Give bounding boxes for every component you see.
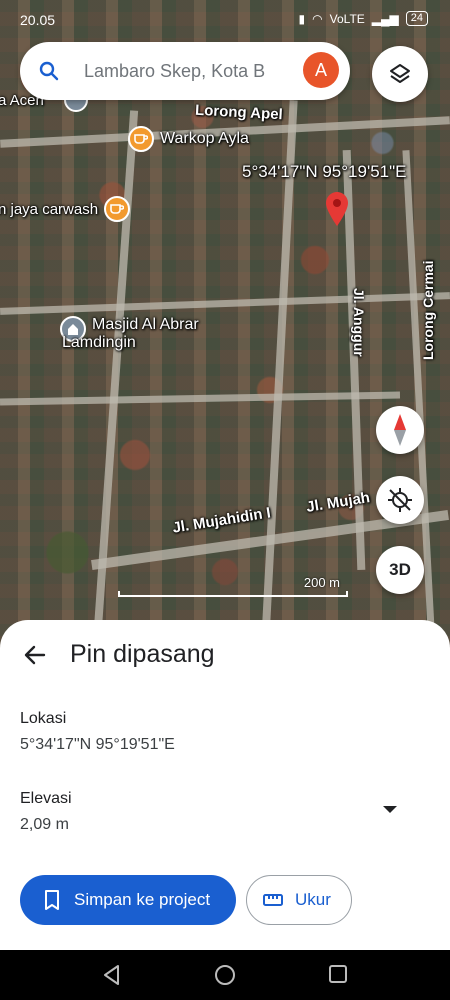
location-value: 5°34'17"N 95°19'51"E [20,736,175,753]
status-bar: 20.05 ▮ ◠ VoLTE ▂▄▆ 24 [0,0,450,40]
map-road [260,100,298,650]
save-to-project-button[interactable]: Simpan ke project [20,875,236,925]
back-arrow-icon[interactable] [22,642,48,668]
map-scale: 200 m [118,575,348,597]
cafe-icon [128,126,154,152]
elevation-label: Elevasi [20,790,72,807]
layers-button[interactable] [372,46,428,102]
poi-warkop-label: Warkop Ayla [160,130,249,147]
map-coordinates: 5°34'17"N 95°19'51"E [242,162,407,181]
poi-masjid[interactable]: Masjid Al Abrar Lamdingin [60,316,199,352]
map-label-jl-anggur: Jl. Anggur [351,288,367,357]
elevation-value: 2,09 m [20,816,69,833]
map-pin-icon[interactable] [326,192,348,226]
satellite-map[interactable]: 20.05 ▮ ◠ VoLTE ▂▄▆ 24 a Aceh Lorong Ape… [0,0,450,650]
my-location-button[interactable] [376,476,424,524]
avatar[interactable]: A [303,52,339,88]
signal-icon: ▂▄▆ [371,11,399,26]
map-road [0,292,450,315]
save-to-project-label: Simpan ke project [74,890,211,909]
poi-masjid-label: Masjid Al Abrar Lamdingin [62,316,199,352]
back-nav-icon[interactable] [102,964,122,986]
status-icons: ▮ ◠ VoLTE ▂▄▆ 24 [299,11,428,26]
bookmark-icon [45,890,59,910]
pin-bottom-sheet: Pin dipasang Lokasi 5°34'17"N 95°19'51"E… [0,620,450,950]
compass-icon [394,414,406,446]
layers-icon [390,64,410,83]
poi-carwash[interactable]: n jaya carwash [0,196,131,222]
chevron-down-icon[interactable] [383,806,397,813]
cafe-icon [104,196,131,222]
status-time: 20.05 [20,12,56,28]
poi-masjid-label-line1: Masjid Al Abrar [92,316,199,333]
poi-masjid-label-line2: Lamdingin [62,334,136,351]
battery-icon: 24 [405,11,428,26]
search-bar[interactable]: A [20,42,350,100]
map-label-jl-mujahidin: Jl. Mujahidin I [171,504,272,537]
compass-button[interactable] [376,406,424,454]
map-road [0,391,401,406]
location-disabled-icon [388,488,412,512]
3d-button[interactable]: 3D [376,546,424,594]
map-road [93,110,139,630]
sheet-title: Pin dipasang [70,640,215,668]
measure-label: Ukur [295,890,331,909]
measure-button[interactable]: Ukur [246,875,352,925]
map-label-lorong-cermai: Lorong Cermai [420,260,436,360]
scale-label: 200 m [303,575,340,590]
system-nav-bar [0,950,450,1000]
ruler-icon [263,894,283,906]
network-label: VoLTE [329,11,365,26]
poi-warkop[interactable]: Warkop Ayla [128,126,249,152]
poi-carwash-label: n jaya carwash [0,200,99,218]
search-input[interactable] [84,59,294,83]
search-icon[interactable] [38,60,60,82]
location-label: Lokasi [20,710,67,727]
wifi-icon: ◠ [312,11,323,26]
map-label-lorong-apel: Lorong Apel [194,101,284,124]
home-nav-icon[interactable] [214,964,236,986]
recents-nav-icon[interactable] [328,964,348,984]
scale-bar [118,591,348,597]
vibrate-icon: ▮ [298,11,306,26]
